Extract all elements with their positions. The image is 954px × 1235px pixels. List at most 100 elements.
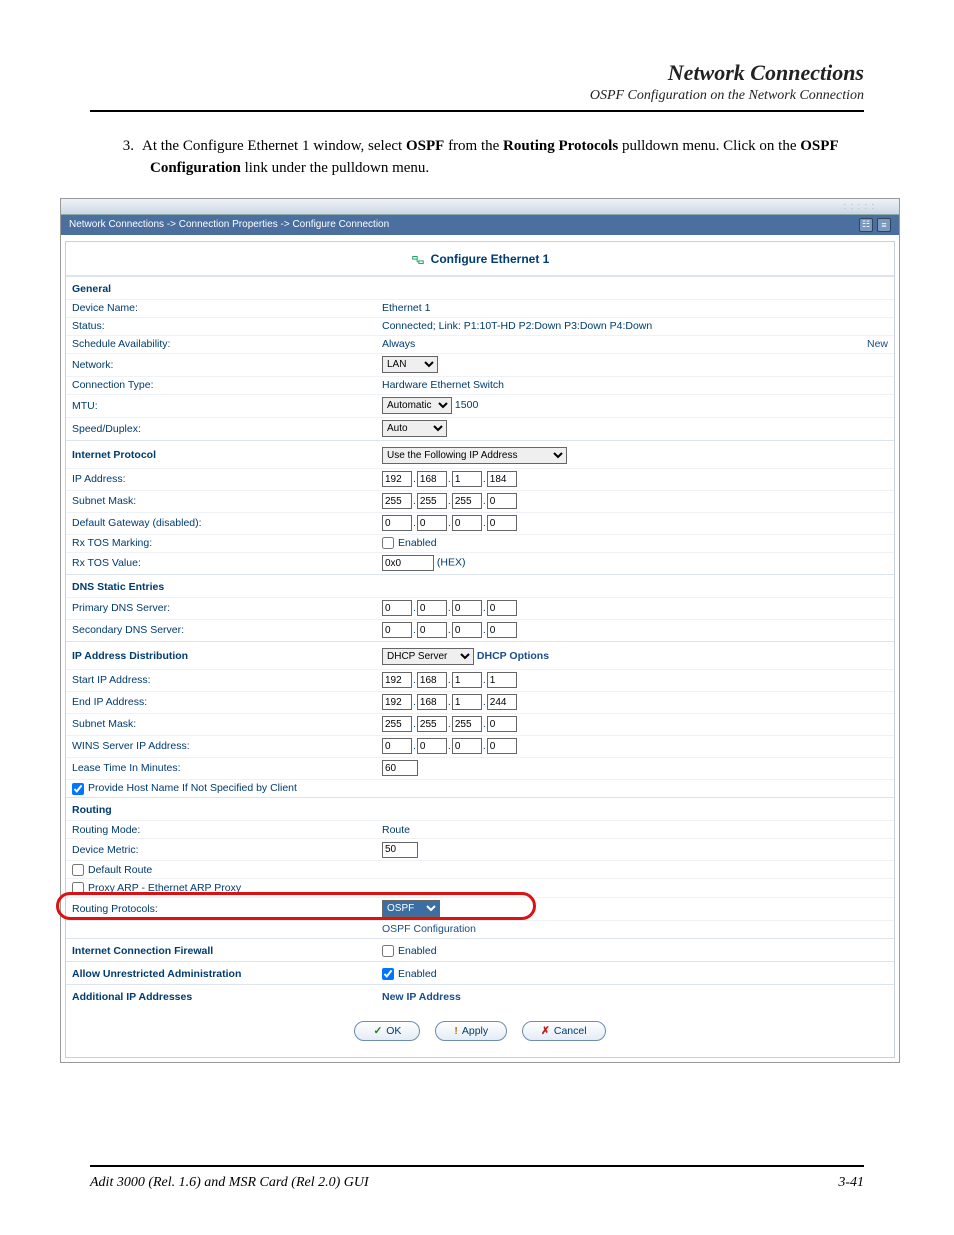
label-speed: Speed/Duplex:: [66, 417, 376, 440]
proxy-arp-checkbox[interactable]: [72, 882, 84, 894]
label-ip-address: IP Address:: [66, 468, 376, 490]
section-admin: Allow Unrestricted Administration: [66, 961, 376, 984]
config-panel: : : : : : Network Connections -> Connect…: [60, 198, 900, 1064]
mask-octet-4[interactable]: [487, 493, 517, 509]
pdns-2[interactable]: [417, 600, 447, 616]
ip-octet-1[interactable]: [382, 471, 412, 487]
instruction-text: 3.At the Configure Ethernet 1 window, se…: [150, 136, 864, 180]
device-metric-input[interactable]: [382, 842, 418, 858]
sdns-1[interactable]: [382, 622, 412, 638]
label-mtu: MTU:: [66, 394, 376, 417]
label-proxy-arp: Proxy ARP - Ethernet ARP Proxy: [88, 882, 241, 894]
admin-enabled-checkbox[interactable]: [382, 968, 394, 980]
label-primary-dns: Primary DNS Server:: [66, 597, 376, 619]
mask-octet-3[interactable]: [452, 493, 482, 509]
gw-octet-4[interactable]: [487, 515, 517, 531]
default-route-checkbox[interactable]: [72, 864, 84, 876]
ospf-configuration-link[interactable]: OSPF Configuration: [382, 923, 476, 935]
m2-3[interactable]: [452, 716, 482, 732]
rx-tos-value-input[interactable]: [382, 555, 434, 571]
dhcp-mode-select[interactable]: DHCP Server: [382, 648, 474, 665]
label-conn-type: Connection Type:: [66, 376, 376, 394]
ip-octet-3[interactable]: [452, 471, 482, 487]
ip-octet-4[interactable]: [487, 471, 517, 487]
sip-4[interactable]: [487, 672, 517, 688]
value-device-name: Ethernet 1: [376, 299, 894, 317]
sdns-3[interactable]: [452, 622, 482, 638]
ok-button[interactable]: ✓OK: [354, 1021, 420, 1041]
apply-button[interactable]: !Apply: [435, 1021, 507, 1041]
list-icon[interactable]: ≡: [877, 218, 891, 232]
new-schedule-link[interactable]: New: [867, 338, 888, 350]
label-lease-time: Lease Time In Minutes:: [66, 757, 376, 779]
mask-octet-2[interactable]: [417, 493, 447, 509]
label-device-metric: Device Metric:: [66, 839, 376, 861]
lease-time-input[interactable]: [382, 760, 418, 776]
pdns-1[interactable]: [382, 600, 412, 616]
breadcrumb-bar: Network Connections -> Connection Proper…: [61, 215, 899, 235]
m2-4[interactable]: [487, 716, 517, 732]
wins-2[interactable]: [417, 738, 447, 754]
ip-address-field: ...: [376, 468, 894, 490]
section-routing: Routing: [66, 798, 894, 821]
value-mtu: 1500: [455, 399, 478, 411]
sip-1[interactable]: [382, 672, 412, 688]
pdns-4[interactable]: [487, 600, 517, 616]
value-conn-type: Hardware Ethernet Switch: [376, 376, 894, 394]
label-gateway: Default Gateway (disabled):: [66, 512, 376, 534]
dhcp-options-link[interactable]: DHCP Options: [477, 650, 549, 662]
wins-4[interactable]: [487, 738, 517, 754]
eip-1[interactable]: [382, 694, 412, 710]
firewall-enabled-checkbox[interactable]: [382, 945, 394, 957]
ip-octet-2[interactable]: [417, 471, 447, 487]
page-header-subtitle: OSPF Configuration on the Network Connec…: [90, 88, 864, 104]
new-ip-address-link[interactable]: New IP Address: [382, 991, 461, 1003]
mask-octet-1[interactable]: [382, 493, 412, 509]
breadcrumb-text: Network Connections -> Connection Proper…: [69, 219, 389, 230]
label-rx-tos-marking: Rx TOS Marking:: [66, 534, 376, 552]
provide-hostname-checkbox[interactable]: [72, 783, 84, 795]
wins-3[interactable]: [452, 738, 482, 754]
sitemap-icon[interactable]: ☷: [859, 218, 873, 232]
footer-rule: [90, 1165, 864, 1167]
cancel-button[interactable]: ✗Cancel: [522, 1021, 606, 1041]
ethernet-icon: [411, 253, 425, 267]
value-routing-mode: Route: [376, 821, 894, 839]
label-wins: WINS Server IP Address:: [66, 735, 376, 757]
routing-protocols-select[interactable]: OSPF: [382, 900, 440, 917]
eip-2[interactable]: [417, 694, 447, 710]
eip-3[interactable]: [452, 694, 482, 710]
section-general: General: [66, 276, 894, 299]
sip-3[interactable]: [452, 672, 482, 688]
label-network: Network:: [66, 353, 376, 376]
ip-method-select[interactable]: Use the Following IP Address: [382, 447, 567, 464]
label-rx-tos-value: Rx TOS Value:: [66, 552, 376, 574]
m2-1[interactable]: [382, 716, 412, 732]
label-provide-hostname: Provide Host Name If Not Specified by Cl…: [88, 782, 297, 794]
label-schedule: Schedule Availability:: [66, 335, 376, 353]
pdns-3[interactable]: [452, 600, 482, 616]
page-header-title: Network Connections: [90, 60, 864, 86]
gw-octet-1[interactable]: [382, 515, 412, 531]
wins-1[interactable]: [382, 738, 412, 754]
gw-octet-2[interactable]: [417, 515, 447, 531]
eip-4[interactable]: [487, 694, 517, 710]
sip-2[interactable]: [417, 672, 447, 688]
sdns-2[interactable]: [417, 622, 447, 638]
panel-title-row: Configure Ethernet 1: [66, 242, 894, 276]
panel-titlebar: : : : : :: [61, 199, 899, 215]
gw-octet-3[interactable]: [452, 515, 482, 531]
mtu-mode-select[interactable]: Automatic: [382, 397, 452, 414]
network-select[interactable]: LAN: [382, 356, 438, 373]
m2-2[interactable]: [417, 716, 447, 732]
sdns-4[interactable]: [487, 622, 517, 638]
section-ip: Internet Protocol: [66, 440, 376, 468]
rx-tos-marking-checkbox[interactable]: [382, 537, 394, 549]
value-schedule: Always: [382, 338, 415, 350]
speed-select[interactable]: Auto: [382, 420, 447, 437]
value-status: Connected; Link: P1:10T-HD P2:Down P3:Do…: [376, 317, 894, 335]
label-default-route: Default Route: [88, 864, 152, 876]
label-routing-protocols: Routing Protocols:: [66, 897, 376, 920]
label-device-name: Device Name:: [66, 299, 376, 317]
footer-right: 3-41: [838, 1175, 864, 1191]
